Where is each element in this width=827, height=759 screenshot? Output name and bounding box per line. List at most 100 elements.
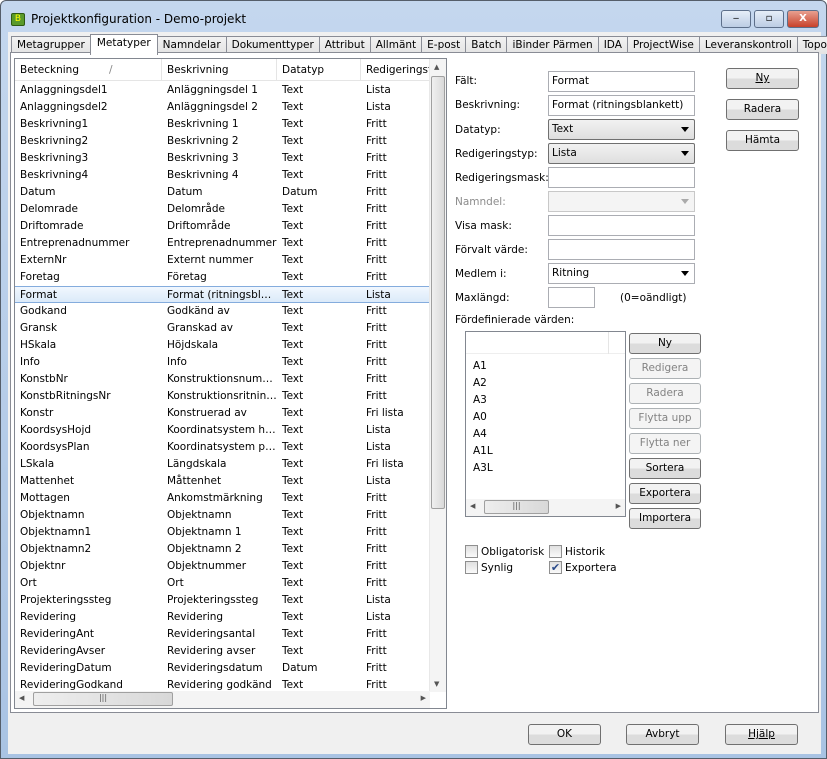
ny-button[interactable]: Ny: [726, 68, 799, 89]
predefined-values-list[interactable]: A1 A2 A3 A0 A4 A1L A3L ◀ ||| ▶: [465, 331, 626, 517]
table-row[interactable]: Foretag Företag Text Fritt: [15, 269, 430, 286]
table-row[interactable]: Anlaggningsdel2 Anläggningsdel 2 Text Lista: [15, 99, 430, 116]
column-header-redigeringstyp[interactable]: Redigeringst: [361, 59, 430, 81]
table-row[interactable]: KonstbNr Konstruktionsnum… Text Fritt: [15, 371, 430, 388]
table-row[interactable]: Driftomrade Driftområde Text Fritt: [15, 218, 430, 235]
checkbox-label: Obligatorisk: [481, 545, 545, 558]
scrollbar-thumb[interactable]: [431, 76, 445, 509]
table-row[interactable]: Konstr Konstruerad av Text Fri lista: [15, 405, 430, 422]
table-row[interactable]: Godkand Godkänd av Text Fritt: [15, 303, 430, 320]
scroll-up-icon[interactable]: ▲: [434, 63, 439, 71]
redigeringsmask-input[interactable]: [548, 167, 695, 188]
table-row[interactable]: Revidering Revidering Text Lista: [15, 609, 430, 626]
table-row[interactable]: KonstbRitningsNr Konstruktionsritnin… Text…: [15, 388, 430, 405]
table-row[interactable]: Beskrivning1 Beskrivning 1 Text Fritt: [15, 116, 430, 133]
datatyp-select[interactable]: Text: [548, 119, 695, 140]
hscrollbar-thumb[interactable]: |||: [33, 692, 173, 706]
importera-button[interactable]: Importera: [629, 508, 701, 529]
maxlangd-input[interactable]: [548, 287, 595, 308]
historik-checkbox[interactable]: Historik: [549, 545, 605, 558]
table-row[interactable]: Ort Ort Text Fritt: [15, 575, 430, 592]
falt-input[interactable]: Format: [548, 71, 695, 92]
table-row[interactable]: LSkala Längdskala Text Fri lista: [15, 456, 430, 473]
maximize-button[interactable]: ▫: [754, 10, 784, 28]
visa-mask-input[interactable]: [548, 215, 695, 236]
vertical-scrollbar[interactable]: ▲ ▼: [429, 59, 446, 692]
ok-button[interactable]: OK: [528, 724, 601, 745]
scroll-right-icon[interactable]: ▶: [421, 694, 426, 702]
table-row[interactable]: ExternNr Externt nummer Text Fritt: [15, 252, 430, 269]
list-item[interactable]: A4: [473, 428, 625, 445]
table-row[interactable]: Delomrade Delområde Text Fritt: [15, 201, 430, 218]
list-item[interactable]: A3: [473, 394, 625, 411]
table-row[interactable]: KoordsysPlan Koordinatsystem p… Text Lista: [15, 439, 430, 456]
table-row[interactable]: Gransk Granskad av Text Fritt: [15, 320, 430, 337]
table-cell: Text: [282, 152, 304, 164]
table-row[interactable]: Info Info Text Fritt: [15, 354, 430, 371]
column-header-datatyp[interactable]: Datatyp: [277, 59, 361, 81]
table-cell: Fritt: [366, 645, 387, 657]
table-row[interactable]: HSkala Höjdskala Text Fritt: [15, 337, 430, 354]
medlem-select[interactable]: Ritning: [548, 263, 695, 284]
table-row[interactable]: KoordsysHojd Koordinatsystem h… Text Lista: [15, 422, 430, 439]
table-row[interactable]: RevideringAnt Revideringsantal Text Fritt: [15, 626, 430, 643]
sortera-button[interactable]: Sortera: [629, 458, 701, 479]
scroll-down-icon[interactable]: ▼: [434, 680, 439, 688]
table-row[interactable]: Beskrivning4 Beskrivning 4 Text Fritt: [15, 167, 430, 184]
table-cell: Text: [282, 356, 304, 368]
forvalt-varde-input[interactable]: [548, 239, 695, 260]
table-row[interactable]: Format Format (ritningsbl… Text Lista: [15, 286, 430, 303]
table-cell: Text: [282, 135, 304, 147]
synlig-checkbox[interactable]: Synlig: [465, 561, 513, 574]
table-row[interactable]: Beskrivning2 Beskrivning 2 Text Fritt: [15, 133, 430, 150]
predef-ny-button[interactable]: Ny: [629, 333, 701, 354]
table-row[interactable]: Mattenhet Måttenhet Text Lista: [15, 473, 430, 490]
app-icon: B: [11, 12, 25, 26]
minimize-button[interactable]: ‒: [721, 10, 751, 28]
checkbox-box[interactable]: [549, 545, 562, 558]
column-header-beskrivning[interactable]: Beskrivning: [162, 59, 277, 81]
column-header-beteckning[interactable]: Beteckning /: [15, 59, 162, 81]
table-row[interactable]: Entreprenadnummer Entreprenadnummer Text Fr…: [15, 235, 430, 252]
tab-metatyper[interactable]: Metatyper: [89, 34, 158, 55]
close-button[interactable]: X: [787, 10, 819, 28]
checkmark-icon[interactable]: ✔: [549, 561, 562, 574]
checkbox-box[interactable]: [465, 545, 478, 558]
metatype-list[interactable]: Beteckning / Beskrivning Datatyp Redigeri…: [14, 58, 447, 709]
list-item[interactable]: A1L: [473, 445, 625, 462]
hjalp-button[interactable]: Hjälp: [725, 724, 798, 745]
table-row[interactable]: Objektnamn2 Objektnamn 2 Text Fritt: [15, 541, 430, 558]
table-row[interactable]: RevideringAvser Revidering avser Text Fritt: [15, 643, 430, 660]
scroll-right-icon[interactable]: ▶: [616, 502, 621, 510]
predef-list-header: [466, 332, 625, 354]
table-row[interactable]: Projekteringssteg Projekteringssteg Text Li…: [15, 592, 430, 609]
list-item[interactable]: A1: [473, 360, 625, 377]
table-row[interactable]: Objektnamn Objektnamn Text Fritt: [15, 507, 430, 524]
list-item[interactable]: A2: [473, 377, 625, 394]
checkbox-box[interactable]: [465, 561, 478, 574]
list-item[interactable]: A0: [473, 411, 625, 428]
datatyp-label: Datatyp:: [455, 124, 501, 136]
table-cell: Driftområde: [167, 220, 231, 232]
table-row[interactable]: Beskrivning3 Beskrivning 3 Text Fritt: [15, 150, 430, 167]
redigeringstyp-select[interactable]: Lista: [548, 143, 695, 164]
table-row[interactable]: RevideringDatum Revideringsdatum Datum Frit…: [15, 660, 430, 677]
horizontal-scrollbar[interactable]: ◀ ||| ▶: [15, 691, 430, 708]
list-item[interactable]: A3L: [473, 462, 625, 479]
scroll-left-icon[interactable]: ◀: [470, 502, 475, 510]
exportera-button[interactable]: Exportera: [629, 483, 701, 504]
scroll-left-icon[interactable]: ◀: [19, 694, 24, 702]
avbryt-button[interactable]: Avbryt: [626, 724, 699, 745]
exportera-checkbox[interactable]: ✔ Exportera: [549, 561, 617, 574]
table-row[interactable]: Datum Datum Datum Fritt: [15, 184, 430, 201]
radera-button[interactable]: Radera: [726, 99, 799, 120]
obligatorisk-checkbox[interactable]: Obligatorisk: [465, 545, 544, 558]
hscrollbar-thumb[interactable]: |||: [484, 500, 549, 514]
table-row[interactable]: Mottagen Ankomstmärkning Text Fritt: [15, 490, 430, 507]
table-row[interactable]: Anlaggningsdel1 Anläggningsdel 1 Text Lista: [15, 82, 430, 99]
predef-hscrollbar[interactable]: ◀ ||| ▶: [466, 499, 625, 516]
table-row[interactable]: Objektnr Objektnummer Text Fritt: [15, 558, 430, 575]
table-row[interactable]: Objektnamn1 Objektnamn 1 Text Fritt: [15, 524, 430, 541]
hamta-button[interactable]: Hämta: [726, 130, 799, 151]
beskrivning-input[interactable]: Format (ritningsblankett): [548, 95, 695, 116]
